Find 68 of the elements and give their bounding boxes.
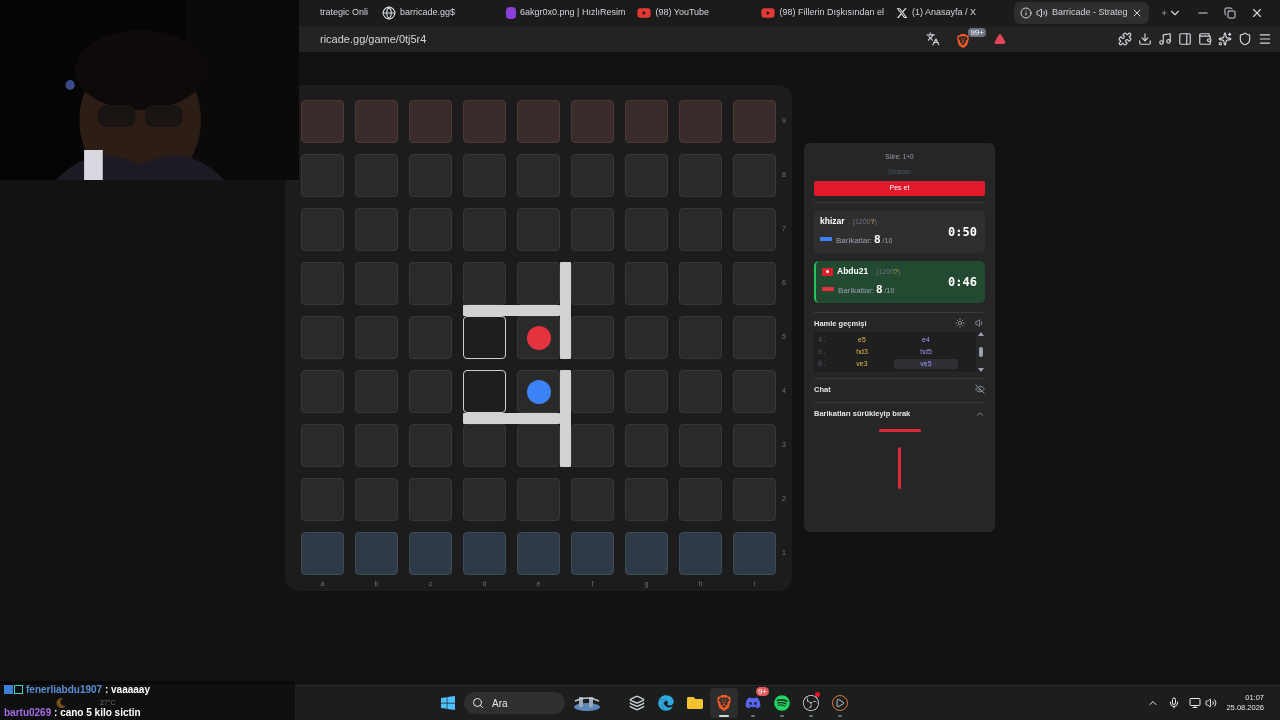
taskbar-app[interactable]: 9+ xyxy=(739,688,767,718)
player-name: Abdu21 xyxy=(837,265,869,279)
info-icon xyxy=(1019,7,1032,19)
speaker-icon xyxy=(1035,7,1048,19)
volume-icon[interactable] xyxy=(1205,697,1218,709)
sun-icon[interactable] xyxy=(955,318,965,329)
globe-icon xyxy=(382,6,396,20)
player-name: khizar xyxy=(820,215,845,229)
scrollbar[interactable] xyxy=(977,331,985,372)
music-icon[interactable] xyxy=(1158,32,1172,46)
shield-icon[interactable] xyxy=(1238,32,1252,46)
record-icon[interactable] xyxy=(803,695,819,711)
horizontal-barricade[interactable] xyxy=(878,429,921,433)
task-view-icon[interactable] xyxy=(629,695,645,711)
moon-icon xyxy=(56,698,66,708)
pawn[interactable] xyxy=(526,379,551,404)
browser-icon[interactable] xyxy=(658,695,674,711)
play-icon xyxy=(761,6,776,20)
address-text[interactable]: ricade.gg/game/0tj5r4 xyxy=(320,30,920,48)
download-icon[interactable] xyxy=(1138,32,1152,46)
player-clock: 0:50 xyxy=(948,223,977,241)
network-icon[interactable] xyxy=(1189,697,1202,709)
chat-message: bartu0269 : cano 5 kilo sictin xyxy=(4,707,141,718)
restore-icon[interactable] xyxy=(1224,7,1236,19)
translate-icon[interactable] xyxy=(926,32,940,46)
microphone-icon[interactable] xyxy=(1168,697,1181,709)
sidebar-icon[interactable] xyxy=(1178,32,1192,46)
sound-waves-icon[interactable] xyxy=(774,695,790,711)
triangle-icon[interactable] xyxy=(994,33,1006,45)
sparkle-icon[interactable] xyxy=(1218,32,1232,46)
tab-title: (1) Anasayfa / X xyxy=(911,6,976,20)
vertical-barricade[interactable] xyxy=(898,447,901,490)
browser-tab[interactable]: barricade.gg$ xyxy=(376,2,500,24)
wallet-icon[interactable] xyxy=(1198,32,1212,46)
x-icon xyxy=(895,7,908,19)
browser-tab[interactable]: trategic Onli xyxy=(320,2,376,24)
tab-title: trategic Onli xyxy=(320,6,369,20)
tab-title: Barricade - Strateg xyxy=(1051,6,1128,20)
menu-icon[interactable] xyxy=(1258,32,1272,46)
tab-title: barricade.gg$ xyxy=(400,6,456,20)
browser-tab[interactable]: (98) YouTube xyxy=(631,2,756,24)
gamepad-face-icon[interactable] xyxy=(745,695,761,711)
tab-title: (98) Fillerin Dışkısından el xyxy=(779,6,884,20)
search-icon xyxy=(472,697,484,709)
browser-tab[interactable]: Barricade - Strateg xyxy=(1013,2,1150,24)
speaker-icon[interactable] xyxy=(975,318,985,329)
chat-message: fenerliabdu1907 : vaaaaay xyxy=(26,684,150,695)
folder-icon[interactable] xyxy=(687,695,703,711)
play-icon xyxy=(637,6,652,20)
tab-title: 6akgr0x0.png | HızlıResim xyxy=(520,6,626,20)
close-icon[interactable] xyxy=(1250,6,1264,20)
shield-button[interactable]: 99+ xyxy=(956,28,986,50)
extensions-icon[interactable] xyxy=(1118,32,1132,46)
start-icon[interactable] xyxy=(440,695,456,711)
pawn[interactable] xyxy=(526,325,551,350)
browser-tab[interactable]: (1) Anasayfa / X xyxy=(889,2,1014,24)
count-badge: 9+ xyxy=(755,687,769,696)
browser-tab[interactable]: 6akgr0x0.png | HızlıResim xyxy=(500,2,632,24)
browser-tab[interactable]: (98) Fillerin Dışkısından el xyxy=(755,2,890,24)
lion-icon[interactable] xyxy=(716,695,732,711)
count-badge: 99+ xyxy=(968,28,986,37)
image-site-icon xyxy=(506,7,516,19)
lion-icon xyxy=(956,34,970,48)
tab-title: (98) YouTube xyxy=(655,6,710,20)
hidden-icon[interactable] xyxy=(975,384,985,395)
search-field[interactable]: Ara xyxy=(464,692,565,714)
taskbar-app[interactable] xyxy=(710,688,738,718)
player-clock: 0:46 xyxy=(948,273,977,291)
